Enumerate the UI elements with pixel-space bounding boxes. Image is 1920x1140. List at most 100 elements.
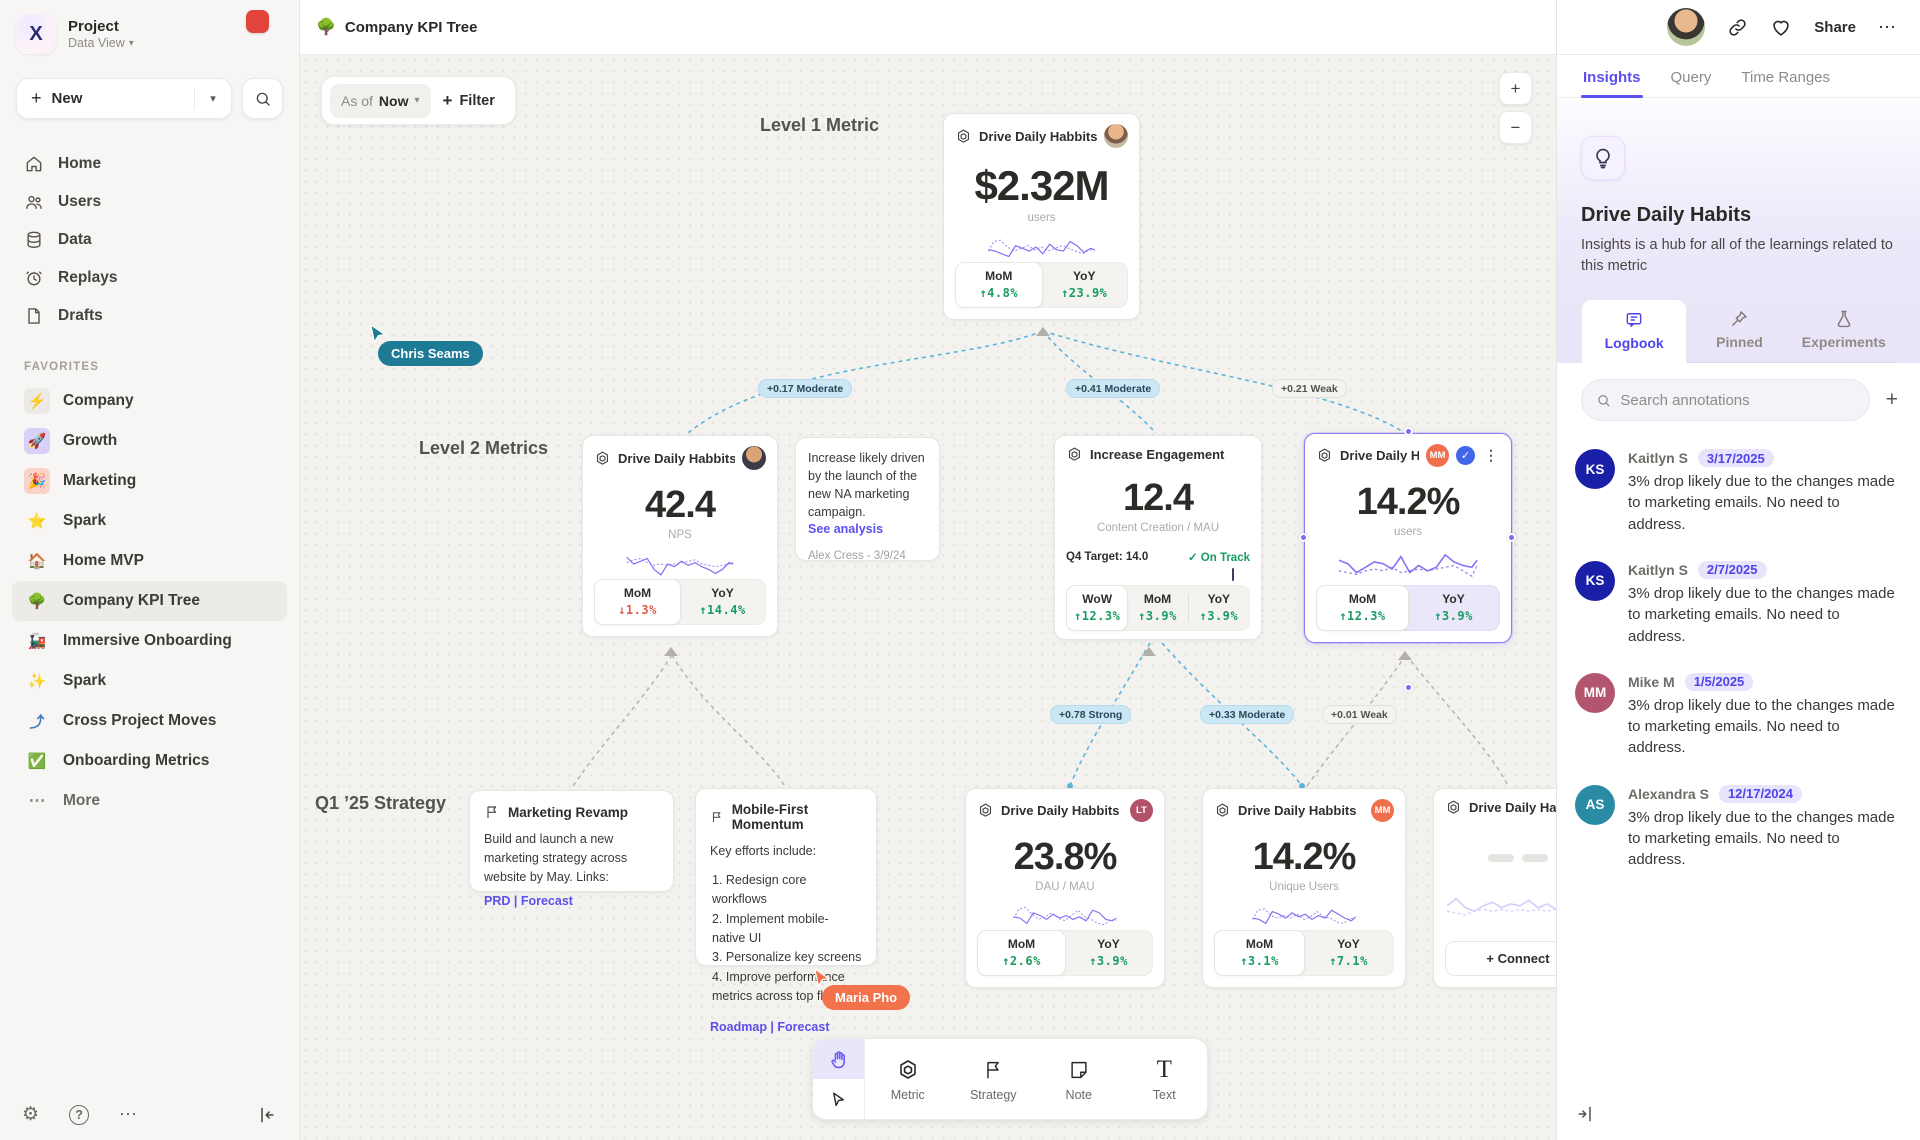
sidebar-item-data[interactable]: Data [12, 221, 287, 259]
strategy-card-mobile-first[interactable]: Mobile-First Momentum Key efforts includ… [695, 788, 877, 966]
stat-wow[interactable]: WoW↑12.3% [1066, 585, 1128, 631]
stat-yoy[interactable]: YoY↑3.9% [1408, 586, 1499, 630]
tab-insights[interactable]: Insights [1581, 55, 1643, 97]
favorite-growth[interactable]: 🚀Growth [12, 421, 287, 461]
favorite-company[interactable]: ⚡Company [12, 381, 287, 421]
chevron-down-icon[interactable]: ▾ [195, 92, 231, 105]
annotation-item[interactable]: KS Kaitlyn S3/17/2025 3% drop likely due… [1575, 449, 1898, 535]
annotation-item[interactable]: KS Kaitlyn S2/7/2025 3% drop likely due … [1575, 561, 1898, 647]
metric-card-engagement[interactable]: Increase Engagement 12.4 Content Creatio… [1054, 435, 1262, 640]
owner-badge[interactable]: MM [1426, 444, 1449, 467]
edge-label-4[interactable]: +0.78 Strong [1050, 705, 1131, 724]
metric-card-nps[interactable]: Drive Daily Habbits 42.4 NPS MoM↓1.3% Yo… [582, 435, 778, 637]
stat-mom[interactable]: MoM↑4.8% [955, 262, 1043, 308]
collapse-panel-icon[interactable] [1575, 1104, 1595, 1124]
stat-yoy[interactable]: YoY↑14.4% [680, 580, 765, 624]
text-tool-button[interactable]: T Text [1122, 1039, 1208, 1119]
help-icon[interactable]: ? [69, 1105, 89, 1125]
annotation-searchbox[interactable] [1581, 379, 1870, 421]
avatar[interactable] [1104, 124, 1128, 148]
favorite-spark[interactable]: ⭐Spark [12, 501, 287, 541]
annotation-date-badge[interactable]: 1/5/2025 [1685, 673, 1754, 691]
edge-label-5[interactable]: +0.33 Moderate [1200, 705, 1294, 724]
stat-mom[interactable]: MoM↑3.9% [1127, 586, 1187, 630]
sidebar-item-drafts[interactable]: Drafts [12, 297, 287, 335]
selection-handle[interactable] [1404, 683, 1413, 692]
more-options-icon[interactable]: ⋯ [1878, 17, 1898, 38]
metric-card-unique-users[interactable]: Drive Daily Habbits MM 14.2% Unique User… [1202, 788, 1406, 988]
owner-badge[interactable]: LT [1130, 799, 1153, 822]
sidebar-item-home[interactable]: Home [12, 145, 287, 183]
favorite-onboarding-metrics[interactable]: ✅Onboarding Metrics [12, 741, 287, 781]
stat-mom[interactable]: MoM↑12.3% [1316, 585, 1409, 631]
zoom-in-button[interactable]: + [1499, 72, 1532, 105]
metric-card-selected[interactable]: Drive Daily Habb.. MM ✓ ⋮ 14.2% users Mo… [1304, 433, 1512, 643]
annotation-item[interactable]: AS Alexandra S12/17/2024 3% drop likely … [1575, 785, 1898, 871]
annotation-search-input[interactable] [1620, 392, 1854, 409]
stat-yoy[interactable]: YoY↑3.9% [1189, 586, 1249, 630]
tab-time-ranges[interactable]: Time Ranges [1739, 55, 1832, 97]
edge-label-3[interactable]: +0.21 Weak [1272, 379, 1347, 398]
favorite-marketing[interactable]: 🎉Marketing [12, 461, 287, 501]
metric-card-partial[interactable]: Drive Daily Habbits + Connect [1433, 788, 1556, 988]
favorite-spark-2[interactable]: ✨Spark [12, 661, 287, 701]
as-of-selector[interactable]: As of Now ▾ [330, 84, 431, 118]
favorite-company-kpi-tree[interactable]: 🌳Company KPI Tree [12, 581, 287, 621]
settings-gear-icon[interactable]: ⚙ [22, 1103, 39, 1126]
stat-yoy[interactable]: YoY↑7.1% [1304, 931, 1393, 975]
select-tool-button[interactable] [813, 1079, 864, 1119]
selection-handle[interactable] [1404, 427, 1413, 436]
see-analysis-link[interactable]: See analysis [808, 522, 927, 536]
collapse-handle[interactable] [1398, 651, 1412, 660]
favorite-immersive-onboarding[interactable]: 🚂Immersive Onboarding [12, 621, 287, 661]
metric-tool-button[interactable]: Metric [865, 1039, 951, 1119]
strategy-tool-button[interactable]: Strategy [951, 1039, 1037, 1119]
owner-badge[interactable]: MM [1371, 799, 1394, 822]
sidebar-item-users[interactable]: Users [12, 183, 287, 221]
add-annotation-button[interactable]: + [1882, 388, 1902, 412]
tab-query[interactable]: Query [1669, 55, 1714, 97]
annotation-note-card[interactable]: Increase likely driven by the launch of … [795, 437, 940, 561]
kebab-menu-icon[interactable]: ⋮ [1482, 447, 1500, 464]
stat-mom[interactable]: MoM↑3.1% [1214, 930, 1305, 976]
favorite-heart-icon[interactable] [1770, 16, 1792, 38]
share-button[interactable]: Share [1814, 19, 1856, 36]
metric-card-dau[interactable]: Drive Daily Habbits LT 23.8% DAU / MAU M… [965, 788, 1165, 988]
sidebar-item-replays[interactable]: Replays [12, 259, 287, 297]
collapse-handle[interactable] [664, 647, 678, 656]
annotation-item[interactable]: MM Mike M1/5/2025 3% drop likely due to … [1575, 673, 1898, 759]
recording-badge[interactable] [246, 10, 269, 33]
stat-mom[interactable]: MoM↑2.6% [977, 930, 1066, 976]
kpi-canvas[interactable]: As of Now ▾ + Filter + − Level 1 Metric … [300, 55, 1556, 1140]
annotation-date-badge[interactable]: 3/17/2025 [1698, 449, 1774, 467]
selection-handle[interactable] [1299, 533, 1308, 542]
selection-handle[interactable] [1507, 533, 1516, 542]
annotation-date-badge[interactable]: 2/7/2025 [1698, 561, 1767, 579]
stat-yoy[interactable]: YoY↑23.9% [1042, 263, 1128, 307]
filter-button[interactable]: + Filter [437, 91, 501, 111]
strategy-links[interactable]: PRD | Forecast [484, 894, 659, 908]
hand-tool-button[interactable] [813, 1039, 864, 1079]
subtab-logbook[interactable]: Logbook [1581, 299, 1687, 363]
favorites-more[interactable]: ⋯More [12, 781, 287, 821]
subtab-experiments[interactable]: Experiments [1792, 299, 1896, 363]
collapse-handle[interactable] [1036, 327, 1050, 336]
strategy-card-marketing-revamp[interactable]: Marketing Revamp Build and launch a new … [469, 790, 674, 892]
strategy-links[interactable]: Roadmap | Forecast [710, 1020, 862, 1034]
annotation-date-badge[interactable]: 12/17/2024 [1719, 785, 1802, 803]
workspace-view[interactable]: Data View▾ [68, 36, 134, 50]
more-options-icon[interactable]: ⋯ [119, 1104, 139, 1125]
collapse-sidebar-icon[interactable] [257, 1105, 277, 1125]
note-tool-button[interactable]: Note [1036, 1039, 1122, 1119]
copy-link-icon[interactable] [1727, 17, 1748, 38]
collapse-handle[interactable] [1142, 647, 1156, 656]
metric-card-root[interactable]: Drive Daily Habbits $2.32M users MoM↑4.8… [943, 113, 1140, 320]
edge-label-1[interactable]: +0.17 Moderate [758, 379, 852, 398]
favorite-home-mvp[interactable]: 🏠Home MVP [12, 541, 287, 581]
new-button[interactable]: + New ▾ [16, 78, 232, 119]
favorite-cross-project-moves[interactable]: ⤴Cross Project Moves [12, 701, 287, 741]
connect-button[interactable]: + Connect [1445, 941, 1556, 976]
stat-mom[interactable]: MoM↓1.3% [594, 579, 681, 625]
edge-label-6[interactable]: +0.01 Weak [1322, 705, 1397, 724]
user-avatar[interactable] [1667, 8, 1705, 46]
